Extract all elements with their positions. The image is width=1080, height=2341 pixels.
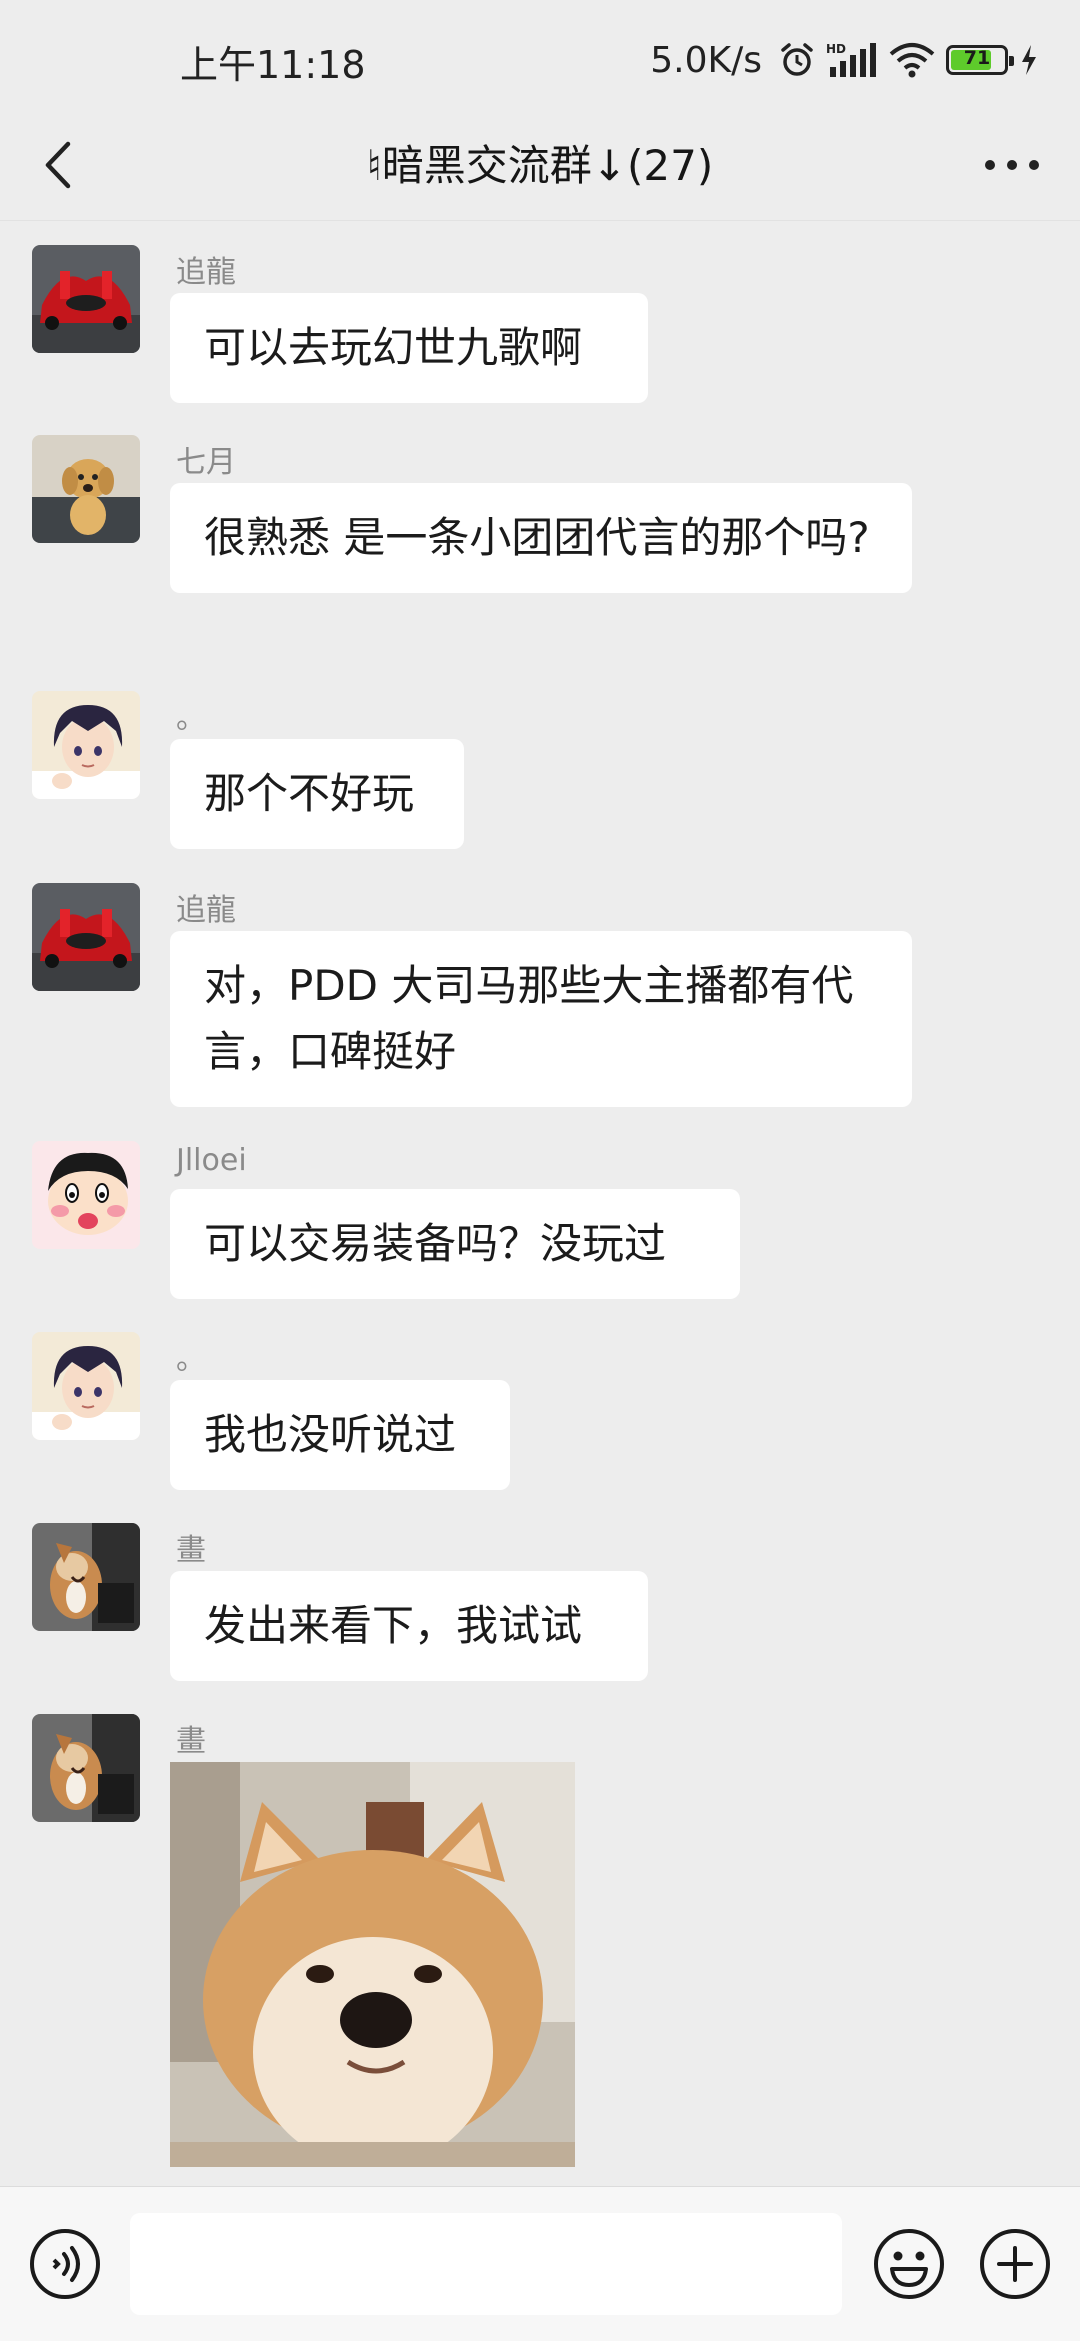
avatar[interactable]: [32, 691, 140, 799]
voice-icon[interactable]: [28, 2227, 102, 2301]
avatar[interactable]: [32, 883, 140, 991]
plus-icon[interactable]: [978, 2227, 1052, 2301]
more-dots-icon[interactable]: [972, 130, 1052, 200]
chat-header: ♮暗黑交流群↓(27): [0, 110, 1080, 221]
alarm-icon: [781, 43, 813, 76]
emoji-icon[interactable]: [872, 2227, 946, 2301]
status-time: 上午11:18: [180, 43, 366, 87]
charging-icon: [1022, 45, 1036, 75]
sender-name: 追龍: [176, 255, 236, 290]
svg-text:HD: HD: [826, 42, 846, 56]
sender-name: 。: [176, 701, 206, 736]
input-bar: [0, 2186, 1080, 2341]
hd-signal-icon: HD: [826, 42, 876, 77]
avatar[interactable]: [32, 1523, 140, 1631]
network-speed: 5.0K/s: [650, 39, 762, 81]
message-bubble[interactable]: 我也没听说过: [170, 1380, 510, 1490]
message-bubble[interactable]: 可以交易装备吗？没玩过: [170, 1189, 740, 1299]
message-bubble[interactable]: 对，PDD 大司马那些大主播都有代言，口碑挺好: [170, 931, 912, 1107]
avatar[interactable]: [32, 435, 140, 543]
shiba-inu-photo[interactable]: [170, 1762, 575, 2167]
status-bar: 上午11:18 5.0K/s HD 71: [0, 0, 1080, 120]
sender-name: 追龍: [176, 893, 236, 928]
message-bubble[interactable]: 很熟悉 是一条小团团代言的那个吗?: [170, 483, 912, 593]
group-title[interactable]: ♮暗黑交流群↓(27): [160, 132, 920, 193]
avatar[interactable]: [32, 1714, 140, 1822]
chat-message-list[interactable]: 追龍 可以去玩幻世九歌啊 七月 很熟悉 是一条小团团代言的那个吗? 。 那个不好…: [0, 221, 1080, 2186]
sender-name: 畫: [176, 1724, 206, 1759]
avatar[interactable]: [32, 1332, 140, 1440]
message-bubble[interactable]: 那个不好玩: [170, 739, 464, 849]
avatar[interactable]: [32, 1141, 140, 1249]
battery-icon: 71: [946, 45, 1014, 75]
message-bubble[interactable]: 发出来看下，我试试: [170, 1571, 648, 1681]
avatar[interactable]: [32, 245, 140, 353]
sender-name: Jlloei: [176, 1143, 247, 1178]
sender-name: 。: [176, 1342, 206, 1377]
back-chevron-icon[interactable]: [28, 130, 92, 200]
wifi-icon: [889, 43, 935, 78]
status-icons: 5.0K/s HD 71: [650, 30, 1040, 90]
message-bubble[interactable]: 可以去玩幻世九歌啊: [170, 293, 648, 403]
battery-level: 71: [963, 47, 991, 69]
sender-name: 七月: [176, 445, 236, 480]
message-input[interactable]: [130, 2213, 842, 2315]
sender-name: 畫: [176, 1533, 206, 1568]
